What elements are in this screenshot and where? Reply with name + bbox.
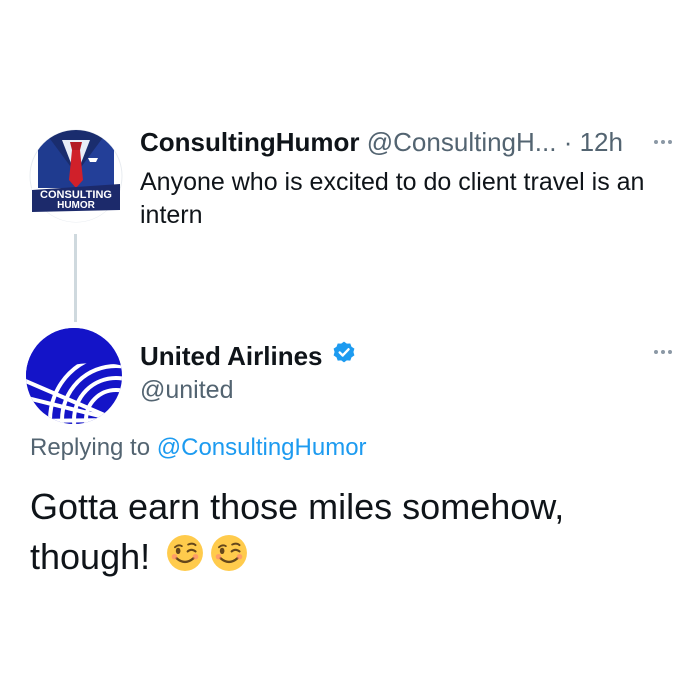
tweet2-handle[interactable]: @united	[140, 376, 234, 405]
tweet1-display-name[interactable]: ConsultingHumor	[140, 127, 360, 157]
verified-badge-icon	[331, 340, 357, 373]
united-airlines-avatar[interactable]	[24, 326, 124, 426]
consultinghumor-avatar[interactable]: CONSULTING HUMOR	[28, 128, 124, 224]
more-options-icon[interactable]	[654, 140, 672, 144]
tweet1-header: ConsultingHumor @ConsultingH... · 12h	[140, 127, 623, 158]
avatar-label-line2: HUMOR	[57, 200, 96, 211]
tweet1-text: Anyone who is excited to do client trave…	[140, 168, 645, 229]
replying-mention-link[interactable]: @ConsultingHumor	[157, 434, 367, 461]
tweet2-text-block: Gotta earn those miles somehow, though!	[30, 482, 670, 585]
tweet2-display-name[interactable]: United Airlines	[140, 341, 323, 372]
winking-face-emoji	[210, 534, 248, 585]
replying-prefix: Replying to	[30, 434, 151, 461]
tweet2-text: Gotta earn those miles somehow, though!	[30, 486, 565, 577]
tweet1-handle[interactable]: @ConsultingH...	[367, 127, 557, 157]
tweet2-header: United Airlines	[140, 340, 357, 373]
more-options-icon[interactable]	[654, 350, 672, 354]
thread-connector-line	[74, 234, 77, 322]
tweet1-time[interactable]: · 12h	[564, 127, 623, 157]
replying-to-line: Replying to @ConsultingHumor	[30, 434, 367, 462]
winking-face-emoji	[166, 534, 204, 585]
